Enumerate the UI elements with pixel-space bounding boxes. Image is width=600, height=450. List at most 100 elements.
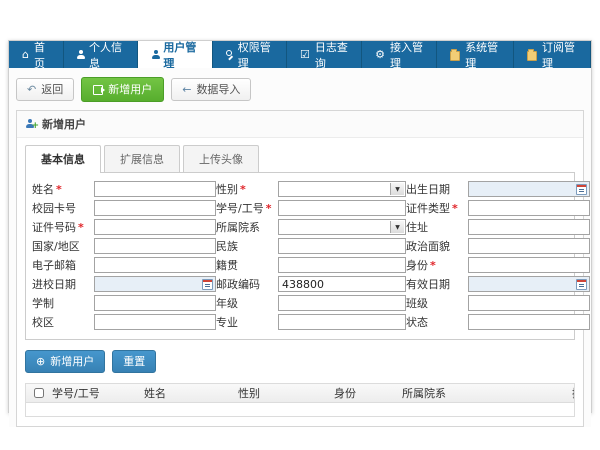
text-input[interactable]: [468, 238, 590, 254]
nav-item-6[interactable]: 系统管理: [437, 41, 514, 68]
add-user-toolbar-button[interactable]: 新增用户: [81, 77, 164, 102]
tab-1[interactable]: 扩展信息: [104, 145, 180, 172]
submit-add-user-button[interactable]: ⊕ 新增用户: [25, 350, 105, 373]
field-label: 进校日期: [32, 276, 94, 292]
field-label: 有效日期: [406, 276, 468, 292]
nav-item-1[interactable]: 个人信息: [64, 41, 138, 68]
text-input[interactable]: 438800: [278, 276, 406, 292]
field-label: 年级: [216, 295, 278, 311]
form-field-6-1: 年级: [216, 295, 406, 311]
date-input[interactable]: [94, 276, 216, 292]
basic-info-pane: 姓名*性别*▼出生日期校园卡号学号/工号*证件类型*证件号码*所属院系▼住址国家…: [25, 172, 575, 340]
chevron-down-icon[interactable]: ▼: [390, 221, 404, 233]
folder-icon: [527, 51, 537, 61]
text-input[interactable]: [94, 181, 216, 197]
text-input[interactable]: [278, 314, 406, 330]
date-input[interactable]: [468, 276, 590, 292]
form-field-3-1: 民族: [216, 238, 406, 254]
text-input[interactable]: [468, 200, 590, 216]
table-column-header-0[interactable]: 学号/工号: [48, 385, 140, 401]
panel-title-text: 新增用户: [42, 116, 86, 132]
table-column-header-1[interactable]: 姓名: [140, 385, 234, 401]
select-input[interactable]: ▼: [278, 219, 406, 235]
submit-add-user-label: 新增用户: [50, 356, 94, 367]
field-label: 身份*: [406, 257, 468, 273]
field-label: 状态: [406, 314, 468, 330]
tab-2[interactable]: 上传头像: [183, 145, 259, 172]
import-arrow-icon: ←: [182, 84, 191, 95]
required-asterisk: *: [452, 202, 458, 215]
folder-icon: [450, 51, 460, 61]
calendar-icon[interactable]: [202, 279, 213, 290]
text-input[interactable]: [94, 257, 216, 273]
nav-item-label: 接入管理: [390, 39, 423, 71]
field-label: 证件号码*: [32, 219, 94, 235]
nav-item-label: 权限管理: [238, 39, 273, 71]
back-button[interactable]: ↶ 返回: [16, 78, 74, 101]
calendar-icon[interactable]: [576, 184, 587, 195]
plus-circle-icon: ⊕: [36, 357, 45, 367]
form-field-4-2: 身份*: [406, 257, 590, 273]
data-import-button[interactable]: ← 数据导入: [171, 78, 251, 101]
main-content: ↶ 返回 新增用户 ← 数据导入 + 新增用户: [9, 68, 591, 427]
gear-icon: ⚙: [375, 49, 385, 60]
table-column-header-5[interactable]: 操作: [568, 385, 574, 401]
text-input[interactable]: [278, 238, 406, 254]
field-label: 所属院系: [216, 219, 278, 235]
text-input[interactable]: [468, 257, 590, 273]
nav-item-0[interactable]: ⌂首页: [9, 41, 64, 68]
table-column-header-2[interactable]: 性别: [234, 385, 330, 401]
text-input[interactable]: [94, 295, 216, 311]
field-label: 班级: [406, 295, 468, 311]
field-label: 民族: [216, 238, 278, 254]
text-input[interactable]: [278, 257, 406, 273]
table-column-header-4[interactable]: 所属院系: [398, 385, 568, 401]
nav-item-label: 订阅管理: [542, 39, 577, 71]
form-field-1-2: 证件类型*: [406, 200, 590, 216]
nav-item-7[interactable]: 订阅管理: [514, 41, 591, 68]
reset-label: 重置: [123, 356, 145, 367]
nav-item-4[interactable]: ☑日志查询: [287, 41, 362, 68]
page: 武汉理工大学 WUHAN UNIVERSITY OF TECHNOLOGY 统一…: [0, 0, 600, 450]
key-icon: [226, 50, 233, 59]
select-input[interactable]: ▼: [278, 181, 406, 197]
panel-title-bar: + 新增用户: [17, 111, 583, 138]
main-nav: ⌂首页个人信息用户管理 权限管理 ☑日志查询 ⚙ 接入管理 系统管理 订阅管理: [9, 41, 591, 68]
field-label: 政治面貌: [406, 238, 468, 254]
nav-item-label: 日志查询: [315, 39, 348, 71]
nav-item-2[interactable]: 用户管理: [138, 41, 212, 68]
nav-item-label: 系统管理: [465, 39, 500, 71]
text-input[interactable]: [278, 200, 406, 216]
tab-0[interactable]: 基本信息: [25, 145, 101, 173]
text-input[interactable]: [94, 219, 216, 235]
text-input[interactable]: [468, 295, 590, 311]
text-input[interactable]: [94, 238, 216, 254]
users-table: 学号/工号姓名性别身份所属院系操作: [25, 383, 575, 417]
form-field-1-1: 学号/工号*: [216, 200, 406, 216]
calendar-icon[interactable]: [576, 279, 587, 290]
app-window: 武汉理工大学 WUHAN UNIVERSITY OF TECHNOLOGY 统一…: [8, 40, 592, 413]
field-label: 邮政编码: [216, 276, 278, 292]
chevron-down-icon[interactable]: ▼: [390, 183, 404, 195]
date-input[interactable]: [468, 181, 590, 197]
nav-item-3[interactable]: 权限管理: [213, 41, 287, 68]
field-label: 学号/工号*: [216, 200, 278, 216]
text-input[interactable]: [468, 219, 590, 235]
form-field-3-0: 国家/地区: [32, 238, 216, 254]
text-input[interactable]: [94, 314, 216, 330]
text-input[interactable]: [94, 200, 216, 216]
add-user-title-icon: +: [25, 119, 37, 129]
text-input[interactable]: [278, 295, 406, 311]
nav-item-label: 用户管理: [163, 39, 198, 71]
reset-button[interactable]: 重置: [112, 350, 156, 373]
add-user-icon: [93, 85, 103, 95]
form-field-2-1: 所属院系 ▼: [216, 219, 406, 235]
table-column-header-3[interactable]: 身份: [330, 385, 398, 401]
select-all-checkbox[interactable]: [34, 388, 44, 398]
form-field-6-0: 学制: [32, 295, 216, 311]
text-input[interactable]: [468, 314, 590, 330]
field-label: 校园卡号: [32, 200, 94, 216]
nav-item-5[interactable]: ⚙ 接入管理: [362, 41, 437, 68]
select-all-cell: [26, 388, 48, 398]
form-field-0-1: 性别*▼: [216, 181, 406, 197]
